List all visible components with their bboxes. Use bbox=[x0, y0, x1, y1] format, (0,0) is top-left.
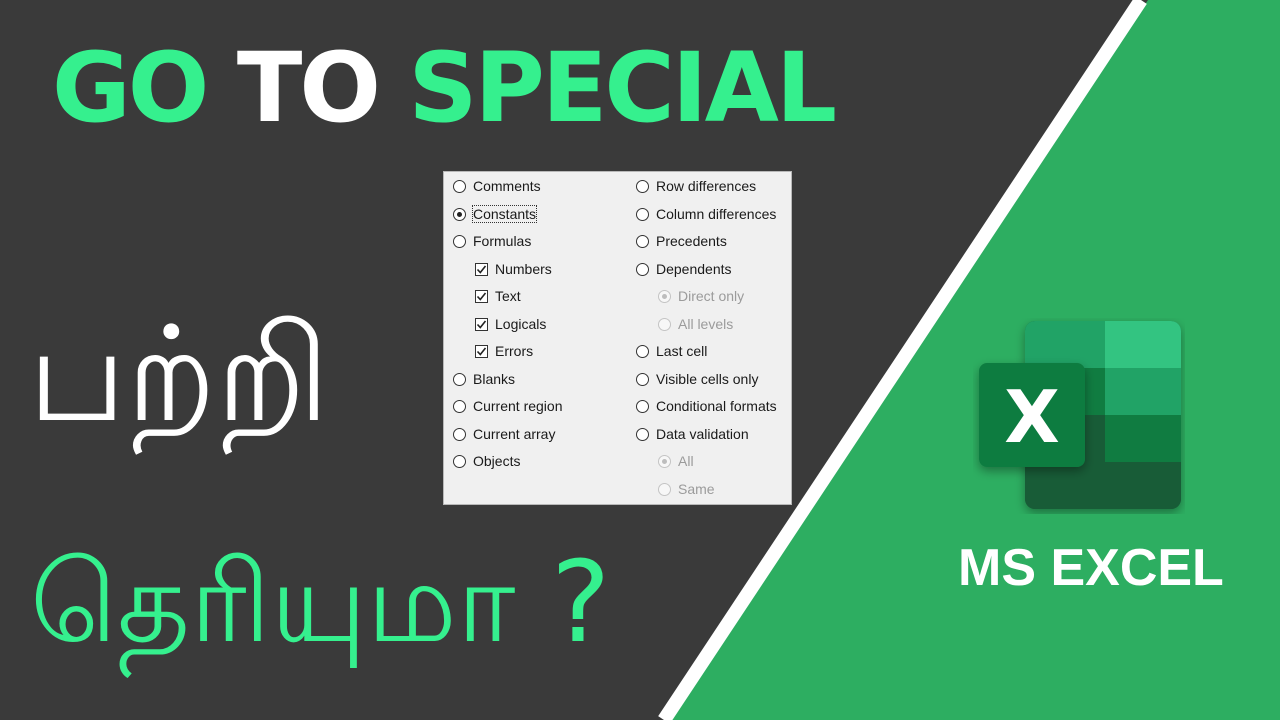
checkbox-errors[interactable]: Errors bbox=[475, 339, 533, 363]
checkbox-box[interactable] bbox=[475, 262, 488, 276]
radio-precedents[interactable] bbox=[636, 234, 649, 248]
checkbox-logicals[interactable]: Logicals bbox=[475, 312, 546, 336]
checkmark-icon bbox=[476, 292, 487, 301]
checkbox-text[interactable]: Text bbox=[475, 284, 521, 308]
radio-data-validation[interactable] bbox=[636, 427, 649, 441]
radio-current-region[interactable] bbox=[453, 399, 466, 413]
option-label: Current region bbox=[473, 398, 563, 414]
option-objects[interactable]: Objects bbox=[453, 449, 520, 473]
go-to-special-dialog: Comments Constants Formulas Numbers Text… bbox=[443, 171, 792, 505]
option-blanks[interactable]: Blanks bbox=[453, 367, 515, 391]
checkbox-label: Text bbox=[495, 288, 521, 304]
option-comments[interactable]: Comments bbox=[453, 174, 541, 198]
radio-objects[interactable] bbox=[453, 454, 466, 468]
checkbox-box[interactable] bbox=[475, 289, 488, 303]
option-conditional-formats[interactable]: Conditional formats bbox=[636, 394, 777, 418]
radio-all-levels[interactable] bbox=[658, 317, 671, 331]
radio-constants[interactable] bbox=[453, 207, 466, 221]
radio-current-array[interactable] bbox=[453, 427, 466, 441]
title-word-special: SPECIAL bbox=[408, 32, 837, 144]
checkmark-icon bbox=[476, 347, 487, 356]
option-visible-cells-only[interactable]: Visible cells only bbox=[636, 367, 758, 391]
option-label: Conditional formats bbox=[656, 398, 777, 414]
checkbox-label: Logicals bbox=[495, 316, 547, 332]
option-label: All levels bbox=[678, 316, 734, 332]
radio-row-differences[interactable] bbox=[636, 179, 649, 193]
brand-label: MS EXCEL bbox=[958, 539, 1224, 597]
option-label: Current array bbox=[473, 426, 556, 442]
option-dependents[interactable]: Dependents bbox=[636, 257, 732, 281]
option-label: Blanks bbox=[473, 371, 516, 387]
option-label: Data validation bbox=[656, 426, 749, 442]
option-data-validation[interactable]: Data validation bbox=[636, 422, 749, 446]
option-label: Same bbox=[678, 481, 715, 497]
option-label: Row differences bbox=[656, 178, 757, 194]
option-all-levels[interactable]: All levels bbox=[658, 312, 733, 336]
option-label: Constants bbox=[471, 205, 538, 223]
checkbox-box[interactable] bbox=[475, 317, 488, 331]
option-label: Column differences bbox=[656, 206, 777, 222]
radio-direct-only[interactable] bbox=[658, 289, 671, 303]
option-constants[interactable]: Constants bbox=[453, 202, 538, 226]
option-current-region[interactable]: Current region bbox=[453, 394, 563, 418]
option-current-array[interactable]: Current array bbox=[453, 422, 555, 446]
option-label: Last cell bbox=[656, 343, 708, 359]
title-word-go: GO bbox=[52, 32, 209, 144]
option-label: Formulas bbox=[473, 233, 532, 249]
subtitle-line-1: பற்றி bbox=[28, 298, 330, 452]
radio-validation-all[interactable] bbox=[658, 454, 671, 468]
radio-column-differences[interactable] bbox=[636, 207, 649, 221]
option-label: All bbox=[678, 453, 694, 469]
checkbox-label: Numbers bbox=[495, 261, 552, 277]
option-label: Objects bbox=[473, 453, 521, 469]
option-last-cell[interactable]: Last cell bbox=[636, 339, 707, 363]
option-row-differences[interactable]: Row differences bbox=[636, 174, 756, 198]
logo-letter: X bbox=[1004, 375, 1060, 459]
option-precedents[interactable]: Precedents bbox=[636, 229, 727, 253]
radio-visible-cells-only[interactable] bbox=[636, 372, 649, 386]
title-word-to: TO bbox=[236, 32, 381, 144]
radio-blanks[interactable] bbox=[453, 372, 466, 386]
option-column-differences[interactable]: Column differences bbox=[636, 202, 776, 226]
checkmark-icon bbox=[476, 265, 487, 274]
option-direct-only[interactable]: Direct only bbox=[658, 284, 744, 308]
checkbox-box[interactable] bbox=[475, 344, 488, 358]
option-label: Visible cells only bbox=[656, 371, 759, 387]
radio-formulas[interactable] bbox=[453, 234, 466, 248]
option-validation-same[interactable]: Same bbox=[658, 477, 715, 501]
option-formulas[interactable]: Formulas bbox=[453, 229, 531, 253]
checkmark-icon bbox=[476, 320, 487, 329]
checkbox-label: Errors bbox=[495, 343, 534, 359]
excel-logo-icon: X bbox=[979, 321, 1181, 509]
radio-validation-same[interactable] bbox=[658, 482, 671, 496]
radio-dependents[interactable] bbox=[636, 262, 649, 276]
page-title: GO TO SPECIAL bbox=[52, 28, 837, 148]
option-label: Comments bbox=[473, 178, 541, 194]
radio-conditional-formats[interactable] bbox=[636, 399, 649, 413]
option-validation-all[interactable]: All bbox=[658, 449, 694, 473]
radio-last-cell[interactable] bbox=[636, 344, 649, 358]
radio-comments[interactable] bbox=[453, 179, 466, 193]
option-label: Dependents bbox=[656, 261, 732, 277]
subtitle-line-2: தெரியுமா ? bbox=[30, 538, 611, 668]
option-label: Precedents bbox=[656, 233, 727, 249]
option-label: Direct only bbox=[678, 288, 745, 304]
checkbox-numbers[interactable]: Numbers bbox=[475, 257, 552, 281]
